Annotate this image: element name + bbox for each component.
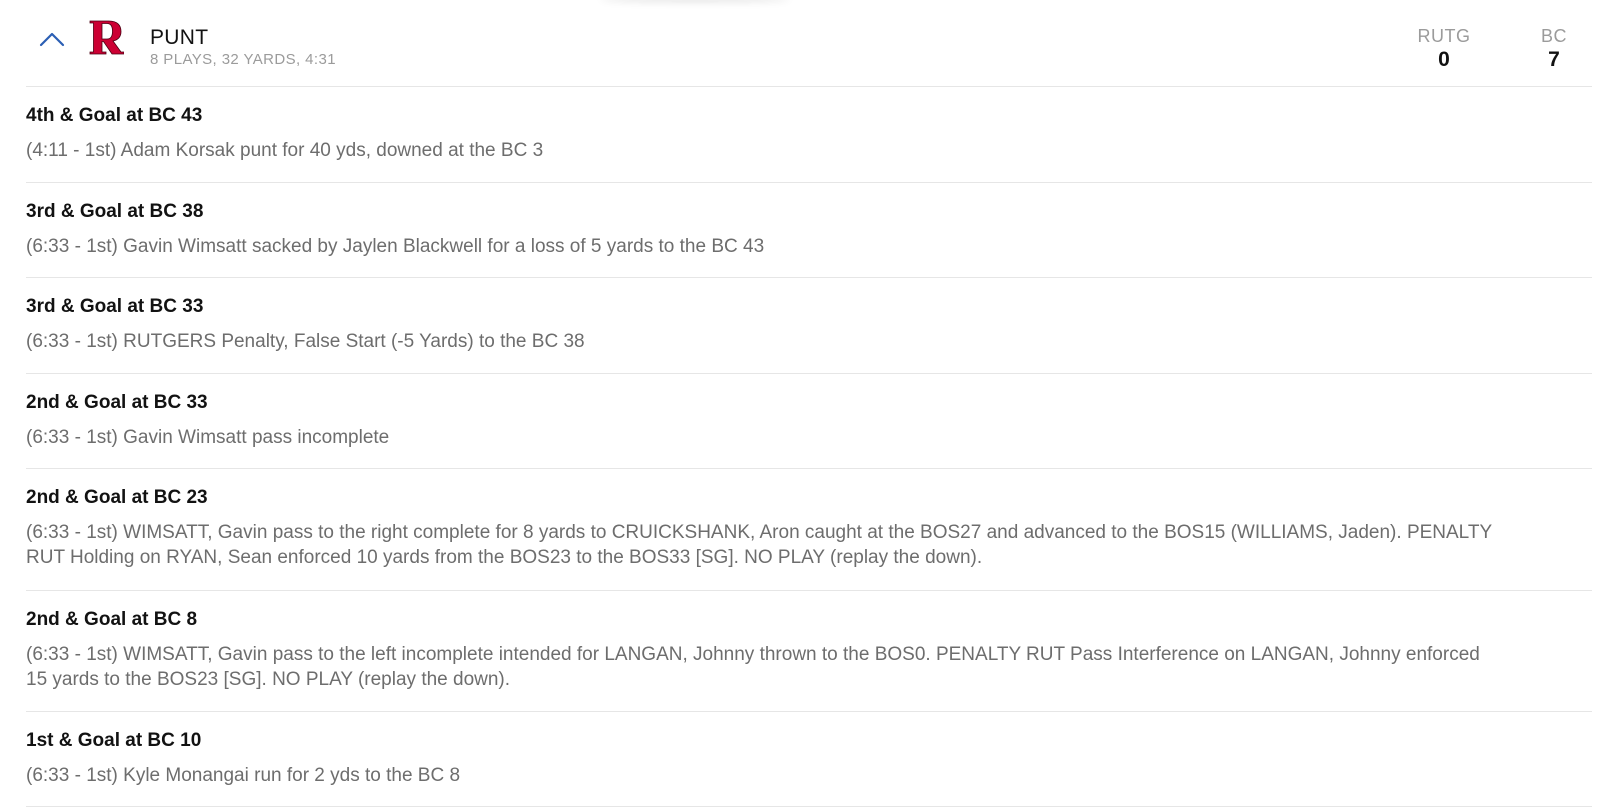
play-item: 2nd & Goal at BC 23 (6:33 - 1st) WIMSATT… xyxy=(26,469,1592,591)
play-situation: 2nd & Goal at BC 8 xyxy=(26,609,198,630)
play-description: (6:33 - 1st) WIMSATT, Gavin pass to the … xyxy=(26,644,1480,690)
play-situation: 1st & Goal at BC 10 xyxy=(26,730,202,751)
home-team-abbr: BC xyxy=(1540,26,1567,46)
play-item: 2nd & Goal at BC 33 (6:33 - 1st) Gavin W… xyxy=(26,374,1592,469)
play-list: 4th & Goal at BC 43 (4:11 - 1st) Adam Ko… xyxy=(26,87,1592,807)
play-item: 3rd & Goal at BC 38 (6:33 - 1st) Gavin W… xyxy=(26,183,1592,278)
play-situation: 3rd & Goal at BC 38 xyxy=(26,201,204,222)
chevron-up-icon xyxy=(39,32,65,47)
play-description: (6:33 - 1st) WIMSATT, Gavin pass to the … xyxy=(26,522,1492,568)
play-item: 1st & Goal at BC 10 (6:33 - 1st) Kyle Mo… xyxy=(26,712,1592,807)
collapse-button[interactable] xyxy=(36,26,68,52)
drive-header[interactable]: PUNT 8 PLAYS, 32 YARDS, 4:31 RUTG 0 BC 7 xyxy=(26,0,1592,87)
play-item: 2nd & Goal at BC 8 (6:33 - 1st) WIMSATT,… xyxy=(26,591,1592,712)
play-description: (6:33 - 1st) Gavin Wimsatt pass incomple… xyxy=(26,427,390,448)
team-logo xyxy=(88,18,125,56)
drive-detail-panel: PUNT 8 PLAYS, 32 YARDS, 4:31 RUTG 0 BC 7… xyxy=(0,0,1620,810)
play-situation: 2nd & Goal at BC 23 xyxy=(26,487,208,508)
home-team-score: 7 xyxy=(1548,48,1560,71)
away-score-block: RUTG 0 xyxy=(1404,26,1484,74)
play-situation: 3rd & Goal at BC 33 xyxy=(26,296,204,317)
drive-summary: 8 PLAYS, 32 YARDS, 4:31 xyxy=(150,51,336,68)
play-description: (6:33 - 1st) RUTGERS Penalty, False Star… xyxy=(26,331,585,352)
play-description: (4:11 - 1st) Adam Korsak punt for 40 yds… xyxy=(26,140,544,161)
play-description: (6:33 - 1st) Kyle Monangai run for 2 yds… xyxy=(26,765,461,786)
away-team-score: 0 xyxy=(1438,48,1450,71)
play-situation: 2nd & Goal at BC 33 xyxy=(26,392,208,413)
play-item: 4th & Goal at BC 43 (4:11 - 1st) Adam Ko… xyxy=(26,87,1592,183)
play-situation: 4th & Goal at BC 43 xyxy=(26,105,203,126)
home-score-block: BC 7 xyxy=(1514,26,1594,74)
play-item: 3rd & Goal at BC 33 (6:33 - 1st) RUTGERS… xyxy=(26,278,1592,374)
drive-result: PUNT xyxy=(150,26,209,49)
away-team-abbr: RUTG xyxy=(1417,26,1471,46)
play-description: (6:33 - 1st) Gavin Wimsatt sacked by Jay… xyxy=(26,236,765,257)
